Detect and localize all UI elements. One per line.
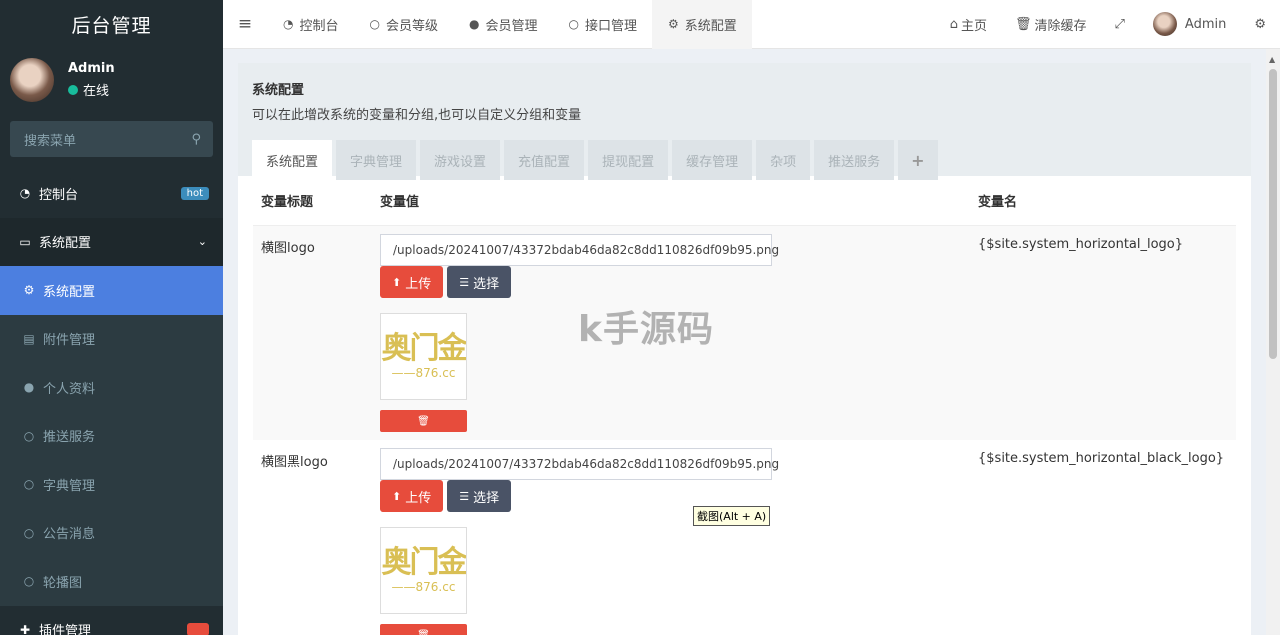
row-title: 横图logo <box>261 241 315 256</box>
choose-button[interactable]: ☰ 选择 <box>447 266 512 298</box>
tab-recharge[interactable]: 充值配置 <box>504 140 585 180</box>
sidebar-item-system-config-group[interactable]: ▭ 系统配置 ⌄ <box>0 217 223 266</box>
circle-icon: ○ <box>568 17 579 31</box>
circle-icon: ○ <box>23 477 35 492</box>
upload-icon: ⬆ <box>392 489 402 503</box>
config-tabs: 系统配置 字典管理 游戏设置 充值配置 提现配置 缓存管理 杂项 推送服务 + <box>252 140 1237 180</box>
tab-misc[interactable]: 杂项 <box>756 140 811 180</box>
upload-icon: ⬆ <box>392 275 402 289</box>
row-var: {$site.system_horizontal_logo} <box>978 237 1184 252</box>
avatar <box>10 58 54 102</box>
logo-preview[interactable]: 奥门金 ——876.cc <box>380 527 467 614</box>
tooltip: 截图(Alt + A) <box>693 506 771 526</box>
admin-menu[interactable]: Admin <box>1139 0 1240 49</box>
user-panel: Admin 在线 <box>0 49 223 111</box>
config-table: 变量标题 变量值 变量名 横图logo /uploads/20241007/43… <box>238 176 1251 635</box>
scrollbar[interactable]: ▲ <box>1266 49 1280 635</box>
tab-member-management[interactable]: ● 会员管理 <box>453 0 553 49</box>
tab-dashboard[interactable]: ◔ 控制台 <box>267 0 354 49</box>
circle-icon: ○ <box>369 17 380 31</box>
row-title: 横图黑logo <box>261 455 328 470</box>
table-row: 横图黑logo /uploads/20241007/43372bdab46da8… <box>253 440 1236 635</box>
trash-icon: 🗑 <box>417 629 430 635</box>
upload-button[interactable]: ⬆ 上传 <box>380 480 444 512</box>
circle-icon: ○ <box>23 574 35 589</box>
add-tab-icon[interactable]: + <box>898 140 938 180</box>
list-icon: ☰ <box>459 489 470 503</box>
tab-api-management[interactable]: ○ 接口管理 <box>553 0 653 49</box>
scrollbar-thumb[interactable] <box>1269 69 1277 359</box>
plugins-badge <box>187 623 209 635</box>
sidebar-item-attachments[interactable]: ▤ 附件管理 <box>0 314 223 363</box>
panel-heading: 系统配置 可以在此增改系统的变量和分组,也可以自定义分组和变量 系统配置 字典管… <box>238 63 1251 180</box>
tab-cache[interactable]: 缓存管理 <box>672 140 753 180</box>
clear-cache-button[interactable]: 🗑 清除缓存 <box>1001 0 1101 49</box>
tab-member-level[interactable]: ○ 会员等级 <box>354 0 454 49</box>
delete-button[interactable]: 🗑 <box>380 410 467 432</box>
online-dot-icon <box>68 84 78 95</box>
gear-icon: ⚙ <box>23 283 35 298</box>
top-header: ≡ ◔ 控制台 ○ 会员等级 ● 会员管理 ○ 接口管理 ⚙ 系统配置 ⌂ 主页 🗑 清除缓存… <box>223 0 1280 49</box>
tab-system-config[interactable]: 系统配置 <box>252 140 333 180</box>
gear-icon: ⚙ <box>668 17 679 31</box>
choose-button[interactable]: ☰ 选择 <box>447 480 512 512</box>
tab-push[interactable]: 推送服务 <box>814 140 895 180</box>
upload-button[interactable]: ⬆ 上传 <box>380 266 444 298</box>
menu-toggle-icon[interactable]: ≡ <box>223 14 267 34</box>
main-content: 系统配置 可以在此增改系统的变量和分组,也可以自定义分组和变量 系统配置 字典管… <box>238 63 1251 635</box>
sidebar-item-dictionary[interactable]: ○ 字典管理 <box>0 460 223 509</box>
sidebar-menu: ◔ 控制台 hot ▭ 系统配置 ⌄ ⚙ 系统配置 ▤ 附件管理 ● 个人资料 … <box>0 169 223 635</box>
tab-withdraw[interactable]: 提现配置 <box>588 140 669 180</box>
dashboard-icon: ◔ <box>283 17 294 31</box>
user-icon: ● <box>23 380 35 395</box>
panel-title: 系统配置 <box>252 83 305 98</box>
sidebar-item-profile[interactable]: ● 个人资料 <box>0 363 223 412</box>
scroll-up-icon[interactable]: ▲ <box>1269 55 1275 64</box>
chevron-down-icon: ⌄ <box>197 235 207 249</box>
watermark: k手源码 <box>578 309 714 350</box>
sidebar: 后台管理 Admin 在线 搜索菜单 ⚲ ◔ 控制台 hot ▭ 系统配置 ⌄ … <box>0 0 223 635</box>
fullscreen-icon[interactable]: ⤢ <box>1101 0 1139 49</box>
dashboard-icon: ◔ <box>19 186 31 201</box>
sidebar-item-push[interactable]: ○ 推送服务 <box>0 411 223 460</box>
panel-description: 可以在此增改系统的变量和分组,也可以自定义分组和变量 <box>252 108 582 123</box>
file-icon: ▤ <box>23 331 35 346</box>
avatar <box>1152 12 1177 36</box>
row-var: {$site.system_horizontal_black_logo} <box>978 451 1225 466</box>
list-icon: ☰ <box>459 275 470 289</box>
sidebar-item-notices[interactable]: ○ 公告消息 <box>0 508 223 557</box>
value-input[interactable]: /uploads/20241007/43372bdab46da82c8dd110… <box>380 448 779 480</box>
home-link[interactable]: ⌂ 主页 <box>936 0 1001 49</box>
table-header: 变量标题 变量值 变量名 <box>253 176 1236 226</box>
trash-icon: 🗑 <box>417 415 430 427</box>
home-icon: ⌂ <box>949 16 958 32</box>
user-name: Admin <box>68 61 115 76</box>
plug-icon: ✚ <box>19 622 31 635</box>
trash-icon: 🗑 <box>1014 16 1032 32</box>
circle-icon: ○ <box>23 525 35 540</box>
brand-title[interactable]: 后台管理 <box>0 0 223 49</box>
logo-preview[interactable]: 奥门金 ——876.cc <box>380 313 467 400</box>
desktop-icon: ▭ <box>19 234 31 249</box>
tab-game-settings[interactable]: 游戏设置 <box>420 140 501 180</box>
user-status: 在线 <box>83 84 110 99</box>
hot-badge: hot <box>180 186 209 200</box>
sidebar-item-system-config[interactable]: ⚙ 系统配置 <box>0 266 223 315</box>
value-input[interactable]: /uploads/20241007/43372bdab46da82c8dd110… <box>380 234 779 266</box>
search-placeholder: 搜索菜单 <box>24 133 77 149</box>
sidebar-item-dashboard[interactable]: ◔ 控制台 hot <box>0 169 223 218</box>
search-input[interactable]: 搜索菜单 ⚲ <box>10 121 213 157</box>
settings-icon[interactable]: ⚙ <box>1240 0 1280 49</box>
tab-system-config[interactable]: ⚙ 系统配置 <box>652 0 752 49</box>
user-icon: ● <box>469 17 480 31</box>
circle-icon: ○ <box>23 428 35 443</box>
table-row: 横图logo /uploads/20241007/43372bdab46da82… <box>253 226 1236 440</box>
sidebar-item-carousel[interactable]: ○ 轮播图 <box>0 557 223 606</box>
search-icon[interactable]: ⚲ <box>191 132 201 147</box>
tab-dictionary[interactable]: 字典管理 <box>336 140 417 180</box>
delete-button[interactable]: 🗑 <box>380 624 467 635</box>
sidebar-item-plugins[interactable]: ✚ 插件管理 <box>0 606 223 635</box>
